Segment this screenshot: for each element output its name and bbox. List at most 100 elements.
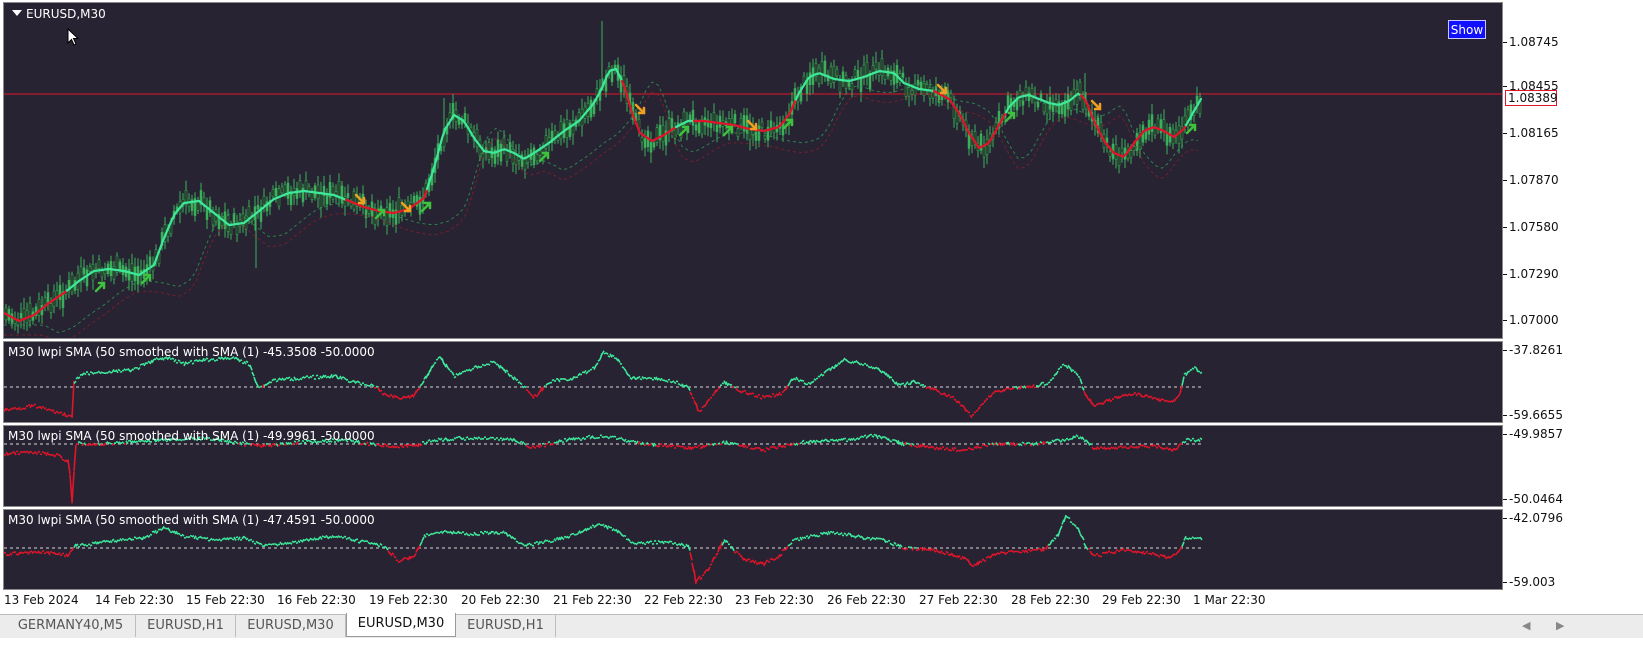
tab-eurusd-h1[interactable]: EURUSD,H1 — [136, 615, 236, 637]
indicator-line-segment — [97, 541, 101, 545]
candle-body — [1051, 105, 1055, 112]
indicator-line-segment — [801, 379, 805, 382]
indicator-line-segment — [527, 446, 531, 449]
tab-eurusd-m30[interactable]: EURUSD,M30 — [236, 615, 346, 637]
candle-body — [1147, 119, 1151, 135]
tab-germany40-m5[interactable]: GERMANY40,M5 — [6, 615, 136, 637]
indicator-line-segment — [681, 543, 685, 547]
candle-body — [640, 137, 644, 143]
indicator-line-segment — [497, 364, 501, 369]
indicator-line-segment — [1135, 392, 1139, 397]
indicator-line-segment — [177, 532, 181, 535]
indicator-line-segment — [947, 393, 951, 397]
indicator-line-segment — [815, 534, 819, 538]
indicator-line-segment — [57, 552, 61, 556]
indicator-line-segment — [829, 367, 833, 372]
indicator-line-segment — [839, 360, 843, 364]
candle-body — [211, 212, 215, 226]
indicator-line-segment — [633, 376, 637, 381]
indicator-line-segment — [423, 534, 427, 538]
indicator-line-segment — [283, 541, 287, 545]
tab-eurusd-h1-2[interactable]: EURUSD,H1 — [456, 615, 556, 637]
indicator-line-segment — [573, 533, 577, 536]
indicator-line-segment — [291, 379, 295, 382]
indicator-line-segment — [73, 444, 77, 472]
indicator-line-segment — [21, 551, 25, 555]
indicator-line-segment — [845, 533, 849, 537]
indicator-2-scale[interactable]: -49.9857 -50.0464 — [1503, 425, 1643, 507]
indicator-line-segment — [605, 352, 609, 355]
arrow-left-icon[interactable]: ◀ — [1522, 619, 1530, 632]
time-axis[interactable]: 13 Feb 2024 14 Feb 22:30 15 Feb 22:30 16… — [0, 590, 1503, 612]
indicator-line-segment — [1057, 438, 1061, 442]
indicator-line-segment — [767, 394, 771, 398]
tab-eurusd-m30-active[interactable]: EURUSD,M30 — [346, 613, 456, 637]
indicator-line-segment — [577, 372, 581, 377]
indicator-line-segment — [469, 532, 473, 536]
candle-body — [283, 184, 287, 194]
indicator-line-segment — [739, 390, 743, 394]
indicator-line-segment — [251, 540, 255, 543]
indicator-line-segment — [645, 377, 649, 380]
indicator-line-segment — [817, 534, 821, 538]
indicator-line-segment — [617, 437, 621, 440]
indicator-line-segment — [133, 536, 137, 539]
candle-body — [571, 120, 575, 135]
candle-body — [661, 124, 665, 142]
indicator-line-segment — [263, 543, 267, 548]
indicator-pane-1[interactable]: M30 lwpi SMA (50 smoothed with SMA (1) -… — [3, 341, 1503, 423]
main-price-pane[interactable]: EURUSD,M30 Show — [3, 2, 1503, 339]
mouse-pointer-icon — [67, 28, 79, 46]
indicator-line-segment — [859, 363, 863, 366]
indicator-line-segment — [471, 367, 475, 370]
symbol-title[interactable]: EURUSD,M30 — [12, 7, 106, 21]
indicator-line-segment — [281, 542, 285, 546]
indicator-line-segment — [659, 442, 663, 446]
indicator-line-segment — [519, 382, 523, 386]
indicator-line-segment — [49, 453, 53, 456]
indicator-line-segment — [115, 369, 119, 374]
indicator-line-segment — [1117, 445, 1121, 448]
indicator-line-segment — [377, 386, 381, 393]
indicator-line-segment — [1135, 445, 1139, 450]
indicator-line-segment — [917, 381, 921, 385]
indicator-line-segment — [785, 545, 789, 551]
indicator-pane-3[interactable]: M30 lwpi SMA (50 smoothed with SMA (1) -… — [3, 509, 1503, 590]
indicator-line-segment — [185, 361, 189, 365]
indicator-line-segment — [677, 382, 681, 386]
indicator-line-segment — [1187, 537, 1191, 541]
candle-body — [1114, 144, 1118, 160]
dropdown-triangle-icon[interactable] — [12, 10, 22, 16]
indicator-line-segment — [267, 381, 271, 385]
indicator-line-segment — [379, 542, 383, 546]
indicator-line-segment — [831, 530, 835, 534]
indicator-line-segment — [547, 540, 551, 543]
indicator-line-segment — [855, 437, 859, 441]
show-button[interactable]: Show — [1448, 20, 1486, 39]
indicator-line-segment — [111, 443, 115, 446]
indicator-line-segment — [521, 385, 525, 389]
indicator-line-segment — [869, 537, 873, 542]
indicator-line-segment — [241, 535, 245, 540]
indicator-line-segment — [877, 367, 881, 372]
indicator-1-scale[interactable]: -37.8261 -59.6655 — [1503, 341, 1643, 423]
indicator-line-segment — [1145, 393, 1149, 398]
indicator-line-segment — [449, 530, 453, 534]
indicator-line-segment — [1151, 396, 1155, 400]
indicator-line-segment — [421, 380, 425, 385]
indicator-3-scale[interactable]: -42.0796 -59.003 — [1503, 509, 1643, 590]
indicator-line-segment — [521, 441, 525, 444]
indicator-line-segment — [797, 442, 801, 445]
main-price-scale[interactable]: 1.08745 1.08455 1.08165 1.07870 1.07580 … — [1503, 2, 1643, 339]
indicator-line-segment — [925, 386, 929, 390]
indicator-line-segment — [893, 541, 897, 545]
indicator-line-segment — [767, 560, 771, 564]
arrow-right-icon[interactable]: ▶ — [1556, 619, 1564, 632]
indicator-pane-2[interactable]: M30 lwpi SMA (50 smoothed with SMA (1) -… — [3, 425, 1503, 507]
indicator-line-segment — [341, 536, 345, 539]
indicator-line-segment — [891, 543, 895, 547]
candle-body — [148, 256, 152, 267]
indicator-line-segment — [89, 544, 93, 547]
indicator-line-segment — [107, 540, 111, 544]
indicator-line-segment — [601, 350, 605, 355]
